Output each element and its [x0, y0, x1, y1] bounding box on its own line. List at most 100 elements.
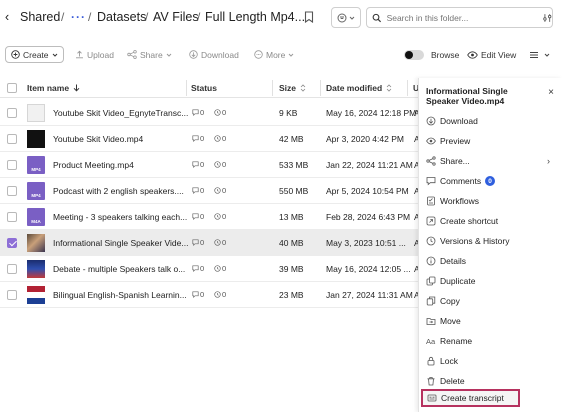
table-row[interactable]: M4A Meeting - 3 speakers talking each... 0…: [0, 204, 420, 230]
column-divider[interactable]: [186, 80, 187, 96]
upload-label: Upload: [87, 49, 114, 60]
table-row[interactable]: Debate - multiple Speakers talk o... 0 0 39…: [0, 256, 420, 282]
chevron-down-icon: [166, 53, 172, 57]
panel-action-label: Comments: [440, 176, 482, 186]
file-name[interactable]: Youtube Skit Video.mp4: [53, 134, 143, 144]
edit-view-button[interactable]: Edit View: [467, 46, 516, 63]
panel-action-duplicate[interactable]: Duplicate: [422, 272, 558, 290]
column-status[interactable]: Status: [191, 83, 217, 93]
panel-action-rename[interactable]: Aa Rename: [422, 332, 558, 350]
bookmark-icon[interactable]: [304, 11, 314, 25]
select-all-checkbox[interactable]: [7, 83, 17, 93]
row-checkbox[interactable]: [7, 160, 17, 170]
view-count: 0: [214, 212, 226, 221]
date-modified: Apr 5, 2024 10:54 PM: [326, 186, 409, 196]
row-checkbox[interactable]: [7, 290, 17, 300]
breadcrumb-av-files[interactable]: AV Files: [153, 6, 199, 28]
panel-action-copy[interactable]: Copy: [422, 292, 558, 310]
table-row[interactable]: Youtube Skit Video.mp4 0 0 42 MB Apr 3, 2020…: [0, 126, 420, 152]
row-checkbox[interactable]: [7, 186, 17, 196]
create-label: Create: [23, 49, 49, 60]
panel-action-download[interactable]: Download: [422, 112, 558, 130]
view-options-button[interactable]: [529, 46, 550, 63]
column-date-modified[interactable]: Date modified: [326, 83, 392, 93]
breadcrumb-ellipsis[interactable]: ···: [71, 6, 86, 28]
row-checkbox[interactable]: [7, 212, 17, 222]
table-row[interactable]: Informational Single Speaker Vide... 0 0 40…: [0, 230, 420, 256]
row-checkbox[interactable]: [7, 108, 17, 118]
panel-action-create-shortcut[interactable]: Create shortcut: [422, 212, 558, 230]
view-count: 0: [214, 290, 226, 299]
trash-icon: [427, 377, 435, 386]
file-thumbnail: [27, 260, 45, 278]
row-checkbox[interactable]: [7, 264, 17, 274]
browse-toggle[interactable]: [404, 50, 424, 60]
table-row[interactable]: Youtube Skit Video_EgnyteTransc... 0 0 9 KB…: [0, 100, 420, 126]
panel-action-create-transcript[interactable]: Create transcript: [421, 389, 520, 407]
more-button[interactable]: More: [254, 46, 294, 63]
close-icon[interactable]: ×: [548, 87, 554, 98]
table-row[interactable]: MP4 Podcast with 2 english speakers.... 0 0…: [0, 178, 420, 204]
panel-action-preview[interactable]: Preview: [422, 132, 558, 150]
row-checkbox[interactable]: [7, 238, 17, 248]
filter-dropdown[interactable]: [331, 7, 361, 28]
history-icon: [426, 236, 436, 246]
file-name[interactable]: Product Meeting.mp4: [53, 160, 134, 170]
panel-action-versions-history[interactable]: Versions & History: [422, 232, 558, 250]
breadcrumb-shared[interactable]: Shared: [20, 6, 60, 28]
panel-action-move[interactable]: Move: [422, 312, 558, 330]
back-button[interactable]: ‹: [5, 6, 9, 28]
comment-count-value: 0: [200, 238, 205, 247]
edit-view-label: Edit View: [481, 49, 517, 60]
column-divider[interactable]: [407, 80, 408, 96]
file-name[interactable]: Debate - multiple Speakers talk o...: [53, 264, 185, 274]
file-thumbnail: [27, 286, 45, 304]
eye-icon: [467, 50, 478, 59]
download-button[interactable]: Download: [189, 46, 239, 63]
view-count-value: 0: [222, 212, 227, 221]
column-size[interactable]: Size: [279, 83, 306, 93]
panel-action-label: Move: [440, 316, 461, 326]
shortcut-icon: [426, 216, 436, 226]
panel-action-label: Duplicate: [440, 276, 476, 286]
file-size: 23 MB: [279, 290, 304, 300]
share-icon: [426, 156, 436, 166]
chevron-right-icon: ›: [547, 156, 550, 166]
table-row[interactable]: MP4 Product Meeting.mp4 0 0 533 MB Jan 22, 20…: [0, 152, 420, 178]
column-item-name[interactable]: Item name: [27, 83, 80, 93]
panel-title: Informational Single Speaker Video.mp4: [426, 86, 508, 106]
upload-button[interactable]: Upload: [75, 46, 114, 63]
search-box[interactable]: [366, 7, 553, 28]
file-name[interactable]: Podcast with 2 english speakers....: [53, 186, 184, 196]
filter-options-icon[interactable]: [543, 13, 552, 23]
chevron-down-icon: [52, 53, 57, 57]
breadcrumb-datasets[interactable]: Datasets: [97, 6, 146, 28]
share-button[interactable]: Share: [127, 46, 172, 63]
column-divider[interactable]: [320, 80, 321, 96]
audio-file-icon: M4A: [27, 208, 45, 226]
file-size: 9 KB: [279, 108, 298, 118]
table-row[interactable]: Bilingual English-Spanish Learnin... 0 0 23…: [0, 282, 420, 308]
panel-action-lock[interactable]: Lock: [422, 352, 558, 370]
panel-action-share[interactable]: Share... ›: [422, 152, 558, 170]
panel-action-workflows[interactable]: Workflows: [422, 192, 558, 210]
chevron-down-icon: [289, 53, 294, 57]
panel-action-label: Delete: [440, 376, 465, 386]
rename-icon: Aa: [426, 337, 436, 346]
date-modified: Jan 22, 2024 11:21 AM: [326, 160, 413, 170]
panel-action-label: Copy: [440, 296, 460, 306]
file-size: 39 MB: [279, 264, 304, 274]
date-modified: Apr 3, 2020 4:42 PM: [326, 134, 404, 144]
panel-action-comments[interactable]: Comments 0: [422, 172, 558, 190]
column-divider[interactable]: [272, 80, 273, 96]
search-input[interactable]: [386, 12, 521, 23]
file-name[interactable]: Meeting - 3 speakers talking each...: [53, 212, 187, 222]
row-checkbox[interactable]: [7, 134, 17, 144]
comment-count-value: 0: [200, 134, 205, 143]
panel-action-details[interactable]: Details: [422, 252, 558, 270]
panel-action-delete[interactable]: Delete: [422, 372, 558, 390]
create-button[interactable]: Create: [5, 46, 64, 63]
file-name[interactable]: Bilingual English-Spanish Learnin...: [53, 290, 187, 300]
file-name[interactable]: Informational Single Speaker Vide...: [53, 238, 188, 248]
file-name[interactable]: Youtube Skit Video_EgnyteTransc...: [53, 108, 188, 118]
